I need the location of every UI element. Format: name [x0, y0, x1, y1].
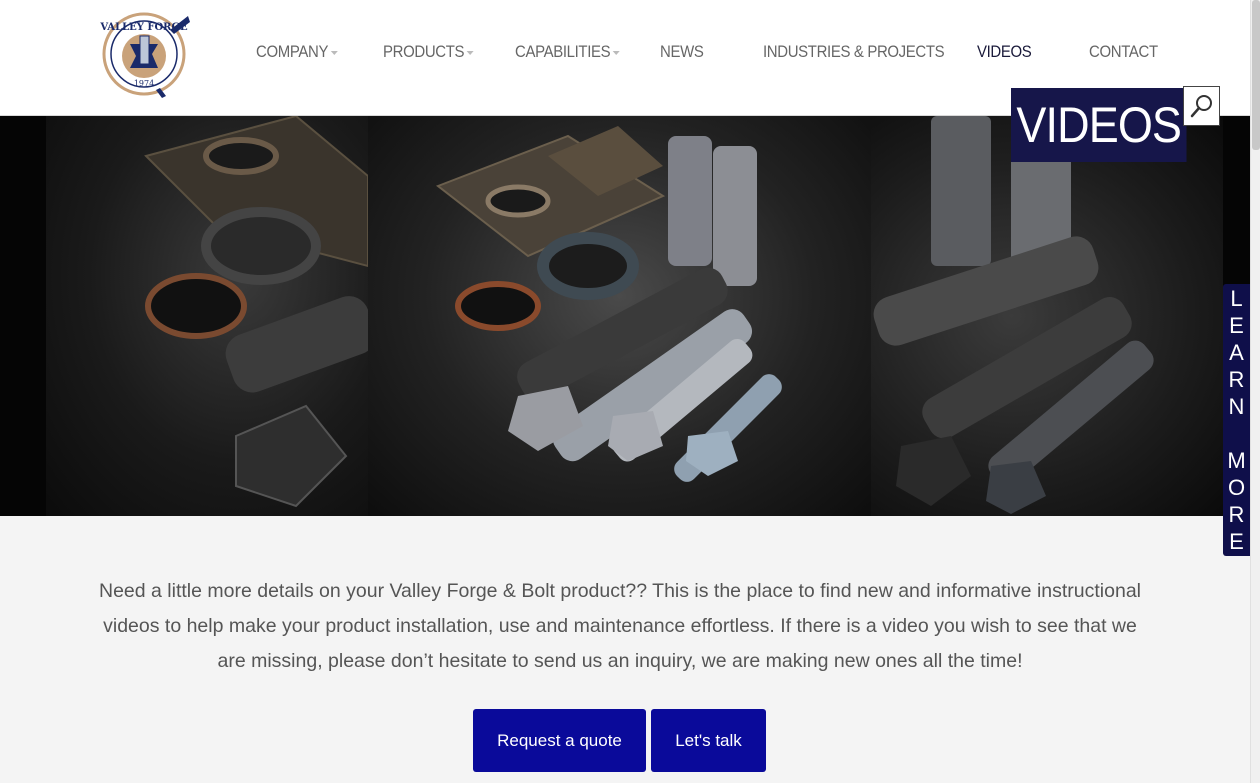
nav-company-label: COMPANY [256, 42, 329, 61]
learn-more-letter [1233, 420, 1239, 447]
learn-more-letter: E [1229, 313, 1244, 338]
cta-buttons: Request a quote Let's talk [473, 709, 766, 772]
learn-more-letter: A [1229, 340, 1244, 365]
learn-more-letter: R [1228, 367, 1245, 392]
nav-capabilities-label: CAPABILITIES [515, 42, 611, 61]
nav-videos-label: VIDEOS [977, 42, 1032, 61]
nav-products-label: PRODUCTS [383, 42, 465, 61]
learn-more-letter: E [1229, 529, 1244, 554]
scrollbar-thumb[interactable] [1252, 0, 1260, 150]
page: VALLEY FORGE 1974 COMPANY PRODUCTS CAPAB… [0, 0, 1260, 783]
logo-year: 1974 [134, 79, 154, 88]
learn-more-letter: O [1227, 475, 1246, 500]
search-button[interactable] [1183, 86, 1220, 126]
request-quote-button[interactable]: Request a quote [473, 709, 646, 772]
nav-capabilities[interactable]: CAPABILITIES [515, 38, 620, 66]
chevron-down-icon [612, 51, 620, 55]
learn-more-letter: L [1230, 286, 1243, 311]
chevron-down-icon [330, 51, 338, 55]
nav-news[interactable]: NEWS [660, 38, 704, 66]
nav-videos[interactable]: VIDEOS [977, 38, 1032, 66]
intro-paragraph: Need a little more details on your Valle… [99, 580, 1141, 672]
hero-image-left [46, 116, 368, 516]
hero-image-right [871, 116, 1223, 516]
nav-news-label: NEWS [660, 42, 704, 61]
page-scrollbar[interactable] [1250, 0, 1260, 783]
hero-banner [0, 116, 1250, 516]
nav-company[interactable]: COMPANY [256, 38, 338, 66]
learn-more-letter: N [1228, 394, 1245, 419]
learn-more-tab[interactable]: LEARN MORE [1223, 284, 1250, 556]
company-logo[interactable]: VALLEY FORGE 1974 [99, 10, 192, 98]
learn-more-letter: R [1228, 502, 1245, 527]
nav-contact-label: CONTACT [1089, 42, 1158, 61]
learn-more-letter: M [1227, 448, 1246, 473]
nav-industries-label: INDUSTRIES & PROJECTS [763, 42, 945, 61]
hero-title: VIDEOS [1011, 88, 1187, 162]
search-icon [1190, 95, 1212, 118]
chevron-down-icon [466, 51, 474, 55]
nav-industries-projects[interactable]: INDUSTRIES & PROJECTS [763, 38, 945, 66]
hero-image-center [368, 116, 871, 516]
lets-talk-button[interactable]: Let's talk [651, 709, 766, 772]
nav-products[interactable]: PRODUCTS [383, 38, 474, 66]
nav-contact[interactable]: CONTACT [1089, 38, 1158, 66]
